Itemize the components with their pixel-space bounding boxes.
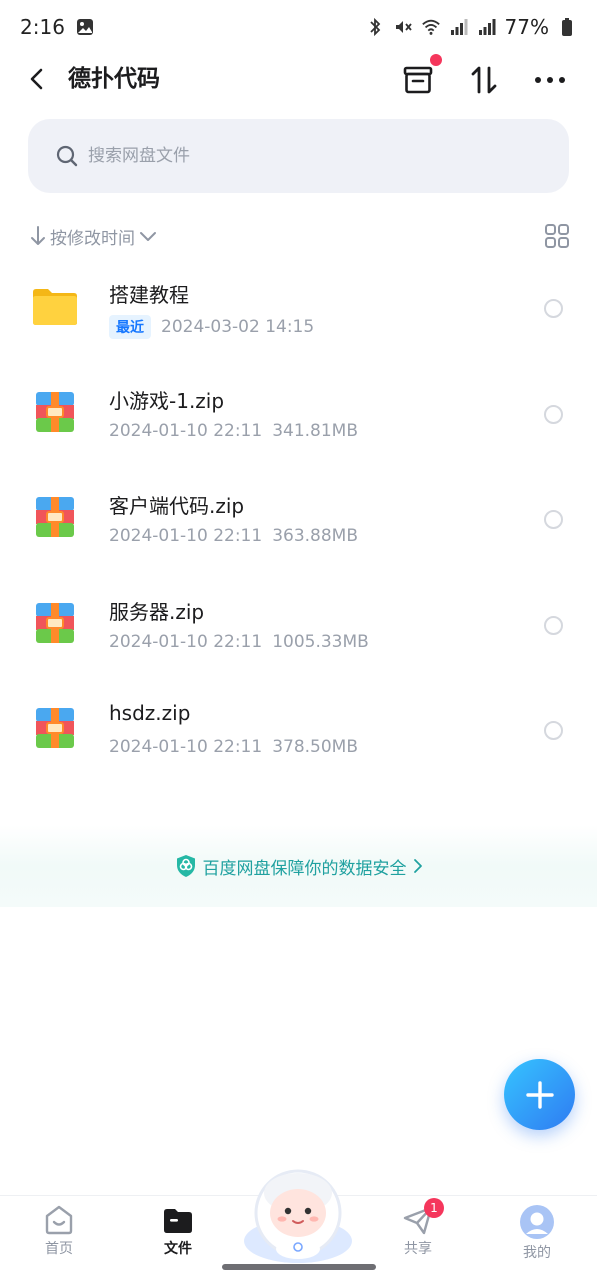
status-right: 77% xyxy=(365,15,577,39)
file-name: 服务器.zip xyxy=(109,599,205,624)
zip-archive-icon xyxy=(36,497,74,537)
select-radio[interactable] xyxy=(544,404,563,424)
file-datetime: 2024-01-10 22:11 xyxy=(109,420,263,441)
avatar-icon xyxy=(520,1205,554,1239)
status-left: 2:16 xyxy=(20,15,95,39)
search-bar[interactable] xyxy=(28,119,569,193)
plus-icon xyxy=(525,1080,554,1109)
notification-dot xyxy=(430,54,442,66)
select-radio[interactable] xyxy=(544,721,563,740)
wifi-icon xyxy=(421,17,441,37)
chevron-right-icon xyxy=(413,859,422,873)
bluetooth-icon xyxy=(365,17,385,37)
select-radio[interactable] xyxy=(544,510,563,529)
shield-icon xyxy=(176,855,195,877)
zip-archive-icon xyxy=(36,708,74,748)
file-datetime: 2024-03-02 14:15 xyxy=(161,317,315,337)
battery-percent: 77% xyxy=(504,15,549,39)
mute-icon xyxy=(393,17,413,37)
nav-home[interactable]: 首页 xyxy=(19,1204,99,1258)
nav-mine[interactable]: 我的 xyxy=(497,1204,577,1262)
sort-transfer-button[interactable] xyxy=(466,62,502,98)
nav-files[interactable]: 文件 xyxy=(138,1204,218,1258)
file-meta: 2024-01-10 22:11 363.88MB xyxy=(109,526,358,546)
back-button[interactable] xyxy=(22,64,52,94)
nav-share[interactable]: 1 共享 xyxy=(378,1198,458,1258)
gallery-notification-icon xyxy=(75,17,95,37)
security-banner[interactable]: 百度网盘保障你的数据安全 xyxy=(0,825,597,907)
file-name: 搭建教程 xyxy=(109,283,189,307)
file-meta: 2024-01-10 22:11 378.50MB xyxy=(109,737,358,757)
file-row-zip[interactable]: hsdz.zip 2024-01-10 22:11 378.50MB xyxy=(0,677,597,783)
file-meta: 最近 2024-03-02 14:15 xyxy=(109,315,314,339)
signal-icon xyxy=(449,17,469,37)
status-bar: 2:16 77% xyxy=(0,0,597,54)
file-name: 小游戏-1.zip xyxy=(109,388,225,413)
file-meta: 2024-01-10 22:11 1005.33MB xyxy=(109,632,369,652)
security-text: 百度网盘保障你的数据安全 xyxy=(202,858,407,879)
select-radio[interactable] xyxy=(544,615,563,635)
up-down-arrows-icon xyxy=(471,66,497,94)
signal-icon-2 xyxy=(477,17,497,37)
file-size: 1005.33MB xyxy=(272,631,369,652)
folder-icon xyxy=(164,1209,192,1233)
nav-home-label: 首页 xyxy=(45,1241,73,1257)
file-row-zip[interactable]: 服务器.zip 2024-01-10 22:11 1005.33MB xyxy=(0,572,597,678)
home-indicator[interactable] xyxy=(222,1264,376,1270)
nav-mine-label: 我的 xyxy=(523,1245,551,1261)
zip-archive-icon xyxy=(36,391,74,432)
more-dots-icon xyxy=(535,77,565,83)
file-size: 378.50MB xyxy=(272,737,359,757)
file-datetime: 2024-01-10 22:11 xyxy=(109,631,263,652)
zip-archive-icon xyxy=(36,602,74,643)
header: 德扑代码 xyxy=(0,54,597,106)
file-size: 341.81MB xyxy=(272,420,359,441)
mascot-center-button[interactable] xyxy=(242,1163,354,1263)
status-time: 2:16 xyxy=(20,15,65,39)
sort-row: 按修改时间 xyxy=(30,220,570,252)
file-row-folder[interactable]: 搭建教程 最近 2024-03-02 14:15 xyxy=(0,255,597,361)
search-input[interactable] xyxy=(88,146,508,166)
folder-icon xyxy=(33,289,77,325)
file-datetime: 2024-01-10 22:11 xyxy=(109,526,263,546)
sort-by-modified-button[interactable]: 按修改时间 xyxy=(30,224,157,249)
file-row-zip[interactable]: 小游戏-1.zip 2024-01-10 22:11 341.81MB xyxy=(0,361,597,467)
sort-down-arrow-icon xyxy=(31,226,45,245)
back-arrow-icon xyxy=(30,68,43,90)
nav-files-label: 文件 xyxy=(164,1241,192,1257)
add-button[interactable] xyxy=(504,1059,575,1130)
file-name: hsdz.zip xyxy=(109,701,191,725)
file-datetime: 2024-01-10 22:11 xyxy=(109,737,263,757)
file-meta: 2024-01-10 22:11 341.81MB xyxy=(109,421,358,441)
select-radio[interactable] xyxy=(544,299,563,318)
home-icon xyxy=(45,1205,73,1235)
share-badge: 1 xyxy=(424,1198,444,1218)
page-title: 德扑代码 xyxy=(68,66,160,92)
grid-view-button[interactable] xyxy=(544,223,570,249)
sort-label: 按修改时间 xyxy=(50,228,135,249)
transfer-box-button[interactable] xyxy=(400,54,442,98)
file-name: 客户端代码.zip xyxy=(109,494,245,518)
chevron-down-icon xyxy=(140,232,156,241)
recent-badge: 最近 xyxy=(109,315,151,339)
file-size: 363.88MB xyxy=(272,526,359,546)
archive-box-icon xyxy=(403,66,433,94)
more-button[interactable] xyxy=(532,62,568,98)
battery-icon xyxy=(557,17,577,37)
nav-share-label: 共享 xyxy=(404,1241,432,1257)
file-row-zip[interactable]: 客户端代码.zip 2024-01-10 22:11 363.88MB xyxy=(0,466,597,572)
grid-view-icon xyxy=(545,224,569,248)
mascot-icon xyxy=(244,1169,352,1263)
search-icon xyxy=(56,145,78,167)
file-list: 搭建教程 最近 2024-03-02 14:15 小游戏-1.zip 2024-… xyxy=(0,255,597,783)
